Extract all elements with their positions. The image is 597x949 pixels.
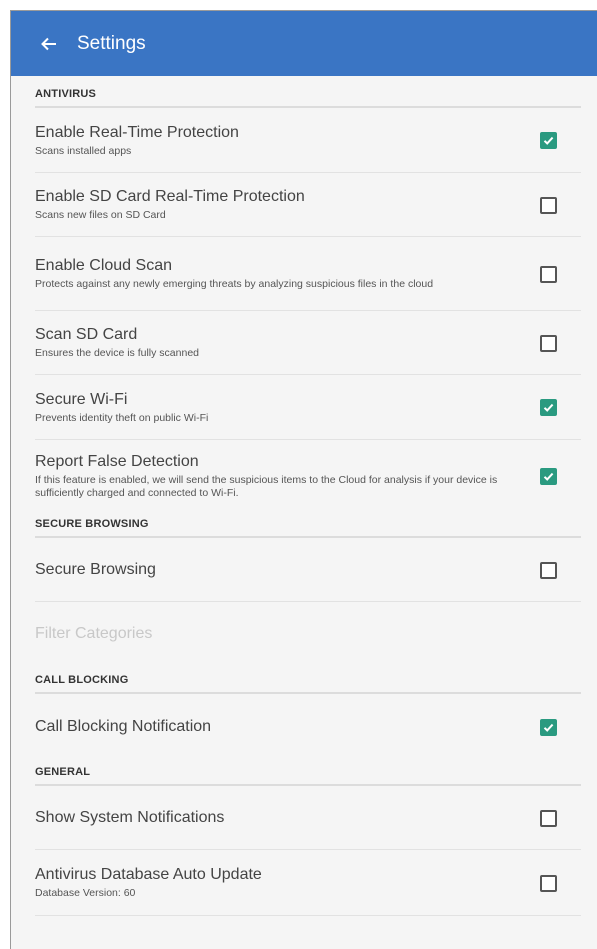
setting-call-blocking-notification[interactable]: Call Blocking Notification — [35, 694, 581, 760]
setting-cloud-scan[interactable]: Enable Cloud Scan Protects against any n… — [35, 237, 581, 311]
setting-description: Protects against any newly emerging thre… — [35, 278, 434, 290]
setting-description: Scans installed apps — [35, 144, 132, 157]
setting-description: Scans new files on SD Card — [35, 209, 166, 221]
setting-secure-wifi[interactable]: Secure Wi-Fi Prevents identity theft on … — [35, 375, 581, 440]
section-header-antivirus: ANTIVIRUS — [35, 76, 581, 108]
setting-label: Secure Wi-Fi — [35, 390, 128, 408]
checkbox-scan-sd-card[interactable] — [540, 334, 557, 352]
settings-screen: Settings ANTIVIRUS Enable Real-Time Prot… — [10, 10, 597, 949]
checkbox-secure-wifi[interactable] — [540, 399, 557, 416]
checkbox-sd-card-real-time-protection[interactable] — [540, 196, 557, 214]
setting-label: Report False Detection — [35, 453, 199, 470]
checkbox-database-auto-update[interactable] — [540, 874, 557, 892]
setting-description: Database Version: 60 — [35, 887, 136, 899]
setting-label: Enable Cloud Scan — [35, 257, 172, 274]
checkbox-real-time-protection[interactable] — [540, 132, 557, 149]
checkbox-report-false-detection[interactable] — [540, 468, 557, 485]
checkbox-secure-browsing[interactable] — [540, 561, 557, 579]
arrow-left-icon — [41, 37, 56, 50]
checkbox-show-system-notifications[interactable] — [540, 809, 557, 827]
app-bar: Settings — [11, 11, 597, 76]
section-header-call-blocking: CALL BLOCKING — [35, 666, 581, 694]
page-title: Settings — [77, 32, 146, 54]
setting-report-false-detection[interactable]: Report False Detection If this feature i… — [35, 440, 581, 512]
setting-label: Secure Browsing — [35, 560, 156, 578]
setting-label: Enable SD Card Real-Time Protection — [35, 188, 305, 205]
checkmark-icon — [543, 472, 554, 481]
setting-label: Call Blocking Notification — [35, 718, 212, 735]
setting-label: Show System Notifications — [35, 808, 225, 826]
setting-real-time-protection[interactable]: Enable Real-Time Protection Scans instal… — [35, 108, 581, 173]
checkmark-icon — [543, 723, 554, 732]
section-header-general: GENERAL — [35, 760, 581, 786]
back-button[interactable] — [35, 30, 63, 58]
setting-label: Filter Categories — [35, 625, 153, 642]
setting-label: Enable Real-Time Protection — [35, 123, 239, 141]
section-header-secure-browsing: SECURE BROWSING — [35, 512, 581, 538]
setting-description: Ensures the device is fully scanned — [35, 347, 200, 359]
setting-show-system-notifications[interactable]: Show System Notifications — [35, 786, 581, 850]
setting-description: If this feature is enabled, we will send… — [35, 474, 498, 499]
checkmark-icon — [543, 136, 554, 145]
setting-scan-sd-card[interactable]: Scan SD Card Ensures the device is fully… — [35, 311, 581, 375]
setting-secure-browsing[interactable]: Secure Browsing — [35, 538, 581, 602]
checkbox-call-blocking-notification[interactable] — [540, 719, 557, 736]
setting-description: Prevents identity theft on public Wi-Fi — [35, 411, 209, 424]
setting-filter-categories: Filter Categories — [35, 602, 581, 666]
setting-label: Scan SD Card — [35, 326, 138, 343]
checkbox-cloud-scan[interactable] — [540, 265, 557, 283]
setting-database-auto-update[interactable]: Antivirus Database Auto Update Database … — [35, 850, 581, 916]
setting-label: Antivirus Database Auto Update — [35, 866, 262, 883]
checkmark-icon — [543, 403, 554, 412]
setting-sd-card-real-time-protection[interactable]: Enable SD Card Real-Time Protection Scan… — [35, 173, 581, 237]
